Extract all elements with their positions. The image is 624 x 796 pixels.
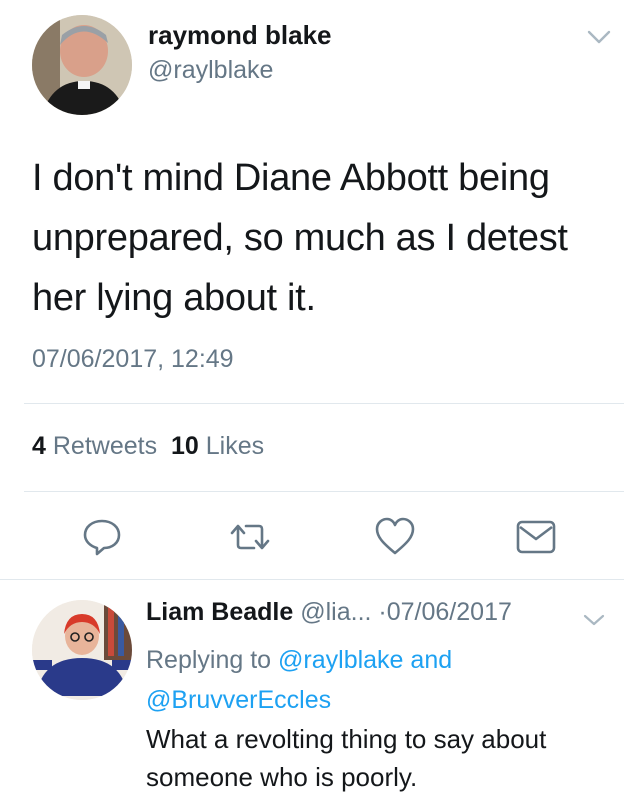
likes-stat[interactable]: 10 Likes xyxy=(171,432,264,460)
replying-prefix: Replying to xyxy=(146,646,272,674)
retweet-icon[interactable] xyxy=(228,515,272,559)
author-name[interactable]: raymond blake xyxy=(148,20,332,51)
reply-header: Liam Beadle @lia... ·07/06/2017 xyxy=(146,598,512,627)
tweet-text: I don't mind Diane Abbott being unprepar… xyxy=(32,157,568,319)
divider xyxy=(0,579,624,580)
author-avatar[interactable] xyxy=(32,15,132,115)
replying-and: and xyxy=(410,646,453,674)
mention-link[interactable]: @BruvverEccles xyxy=(146,686,331,714)
chevron-down-icon[interactable] xyxy=(586,28,612,46)
likes-label: Likes xyxy=(205,432,265,460)
retweets-stat[interactable]: 4 Retweets xyxy=(32,432,157,460)
avatar-photo xyxy=(32,600,132,700)
tweet-stats: 4 Retweets 10 Likes xyxy=(32,432,264,461)
reply-author-handle[interactable]: @lia... xyxy=(300,598,371,626)
divider xyxy=(24,491,624,492)
reply-date[interactable]: 07/06/2017 xyxy=(387,598,512,626)
retweets-count: 4 xyxy=(32,432,46,460)
likes-count: 10 xyxy=(170,432,199,460)
chevron-down-icon[interactable] xyxy=(582,612,606,628)
divider xyxy=(24,403,624,404)
tweet-timestamp[interactable]: 07/06/2017, 12:49 xyxy=(32,345,234,374)
reply-author-avatar[interactable] xyxy=(32,600,132,700)
retweets-label: Retweets xyxy=(52,432,158,460)
reply-icon[interactable] xyxy=(80,515,124,559)
replying-to: Replying to @raylblake and @BruvverEccle… xyxy=(146,640,616,720)
author-handle[interactable]: @raylblake xyxy=(148,56,273,85)
heart-icon[interactable] xyxy=(373,515,417,559)
envelope-icon[interactable] xyxy=(514,515,558,559)
reply-text: What a revolting thing to say about some… xyxy=(146,724,547,792)
mention-link[interactable]: @raylblake xyxy=(278,646,403,674)
separator-dot: · xyxy=(378,598,387,626)
avatar-photo xyxy=(32,15,132,115)
reply-author-name[interactable]: Liam Beadle xyxy=(146,598,293,626)
